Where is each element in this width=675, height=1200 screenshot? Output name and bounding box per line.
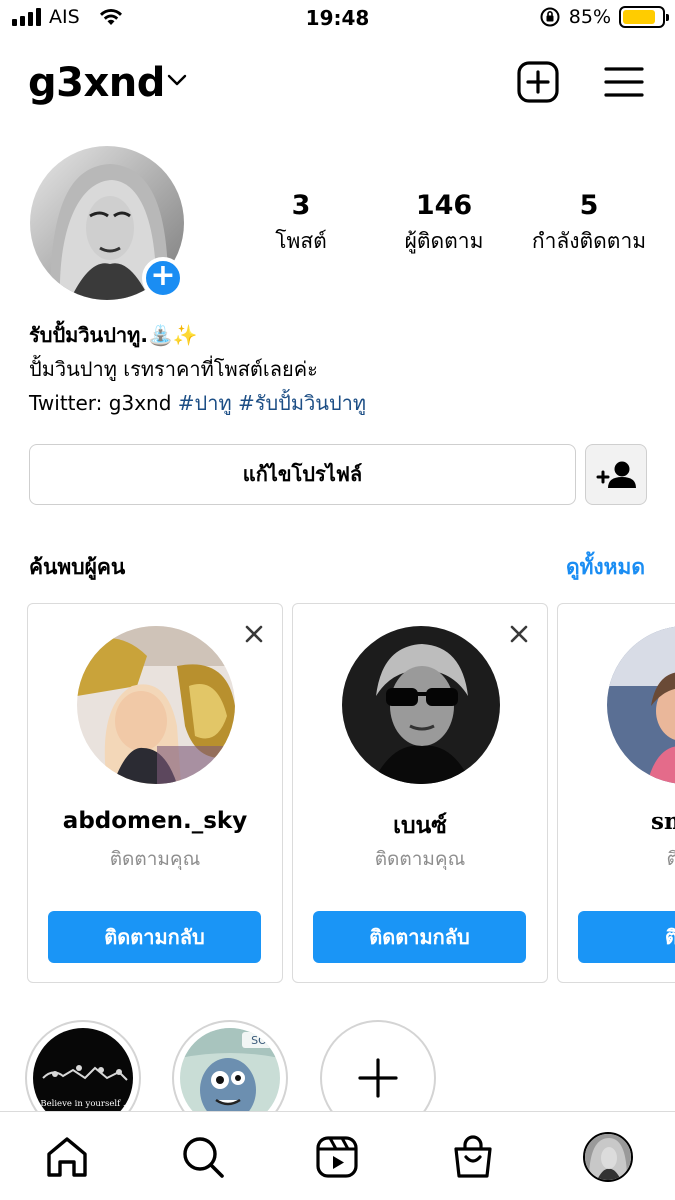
suggestion-subtitle: ติดตามคุณ <box>374 848 466 870</box>
suggestion-avatar[interactable] <box>342 626 500 784</box>
menu-icon[interactable] <box>604 64 644 100</box>
profile-tab-photo <box>585 1134 631 1180</box>
edit-profile-button[interactable]: แก้ไขโปรไฟล์ <box>29 444 576 505</box>
bio-hashtags[interactable]: #ปาทู #รับปั้มวินปาทู <box>178 391 366 415</box>
profile-avatar-wrap[interactable]: + <box>30 146 184 300</box>
suggestion-subtitle: ติดต <box>666 848 675 870</box>
add-square-icon[interactable] <box>516 60 560 104</box>
username-title[interactable]: g3xnd <box>28 60 165 106</box>
profile-tab-avatar[interactable] <box>583 1132 633 1182</box>
suggestion-avatar[interactable] <box>77 626 235 784</box>
profile-bio: รับปั้มวินปาทู.⛲✨ ปั้มวินปาทู เรทราคาที่… <box>29 318 649 420</box>
suggestion-username[interactable]: smoo <box>558 808 675 835</box>
close-icon[interactable] <box>509 624 529 644</box>
close-icon[interactable] <box>244 624 264 644</box>
stat-followers[interactable]: 146 ผู้ติดตาม <box>384 190 504 258</box>
bottom-tab-bar <box>0 1111 675 1200</box>
suggestion-avatar[interactable] <box>607 626 675 784</box>
battery-percent: 85% <box>568 6 611 28</box>
stat-posts: 3 โพสต์ <box>262 190 340 258</box>
chevron-down-icon[interactable] <box>166 64 188 94</box>
battery-icon <box>619 6 669 28</box>
orientation-lock-icon <box>540 7 560 27</box>
stat-followers-label: ผู้ติดตาม <box>404 229 484 253</box>
bio-name: รับปั้มวินปาทู. <box>29 323 148 347</box>
bio-name-line: รับปั้มวินปาทู.⛲✨ <box>29 318 649 352</box>
bio-twitter: Twitter: g3xnd <box>29 391 178 415</box>
bio-line-1: ปั้มวินปาทู เรทราคาที่โพสต์เลยค่ะ <box>29 357 318 381</box>
add-user-icon <box>596 461 636 488</box>
suggestion-photo <box>607 626 675 784</box>
discover-people-title: ค้นพบผู้คน <box>29 555 126 579</box>
bio-emoji: ⛲✨ <box>147 323 198 347</box>
stat-following-value: 5 <box>579 190 599 221</box>
bio-line-2: Twitter: g3xnd #ปาทู #รับปั้มวินปาทู <box>29 386 649 420</box>
follow-back-button[interactable]: ติดตามกลับ <box>313 911 526 963</box>
follow-back-button[interactable]: ติดต <box>578 911 675 963</box>
add-story-icon[interactable]: + <box>142 257 184 299</box>
suggestion-card[interactable]: เบนซ์ ติดตามคุณ ติดตามกลับ <box>292 603 548 983</box>
profile-header: g3xnd <box>0 52 675 112</box>
suggestion-card[interactable]: abdomen._sky ติดตามคุณ ติดตามกลับ <box>27 603 283 983</box>
highlight-caption: Believe in yourself . <box>40 1099 125 1109</box>
search-icon[interactable] <box>180 1134 226 1180</box>
see-all-link[interactable]: ดูทั้งหมด <box>566 551 645 584</box>
stat-posts-value: 3 <box>291 190 311 221</box>
suggestion-subtitle: ติดตามคุณ <box>109 848 201 870</box>
suggestion-username[interactable]: เบนซ์ <box>293 808 547 844</box>
follow-back-button[interactable]: ติดตามกลับ <box>48 911 261 963</box>
home-icon[interactable] <box>44 1134 90 1180</box>
suggestion-username[interactable]: abdomen._sky <box>28 808 282 834</box>
suggestion-photo <box>77 626 235 784</box>
stat-followers-value: 146 <box>415 190 473 221</box>
status-right: 85% <box>539 6 669 28</box>
shop-icon[interactable] <box>450 1134 496 1180</box>
suggestion-photo <box>342 626 500 784</box>
stat-posts-label: โพสต์ <box>275 229 327 253</box>
reels-icon[interactable] <box>314 1134 360 1180</box>
status-bar: AIS 19:48 85% <box>0 0 675 38</box>
discover-people-button[interactable] <box>585 444 647 505</box>
suggestion-carousel[interactable]: abdomen._sky ติดตามคุณ ติดตามกลับ เบนซ์ … <box>27 603 675 983</box>
highlight-caption: SO <box>251 1034 267 1047</box>
battery-level <box>623 10 656 24</box>
stat-following[interactable]: 5 กำลังติดตาม <box>516 190 662 258</box>
stat-following-label: กำลังติดตาม <box>531 229 647 253</box>
suggestion-card[interactable]: smoo ติดต ติดต <box>557 603 675 983</box>
